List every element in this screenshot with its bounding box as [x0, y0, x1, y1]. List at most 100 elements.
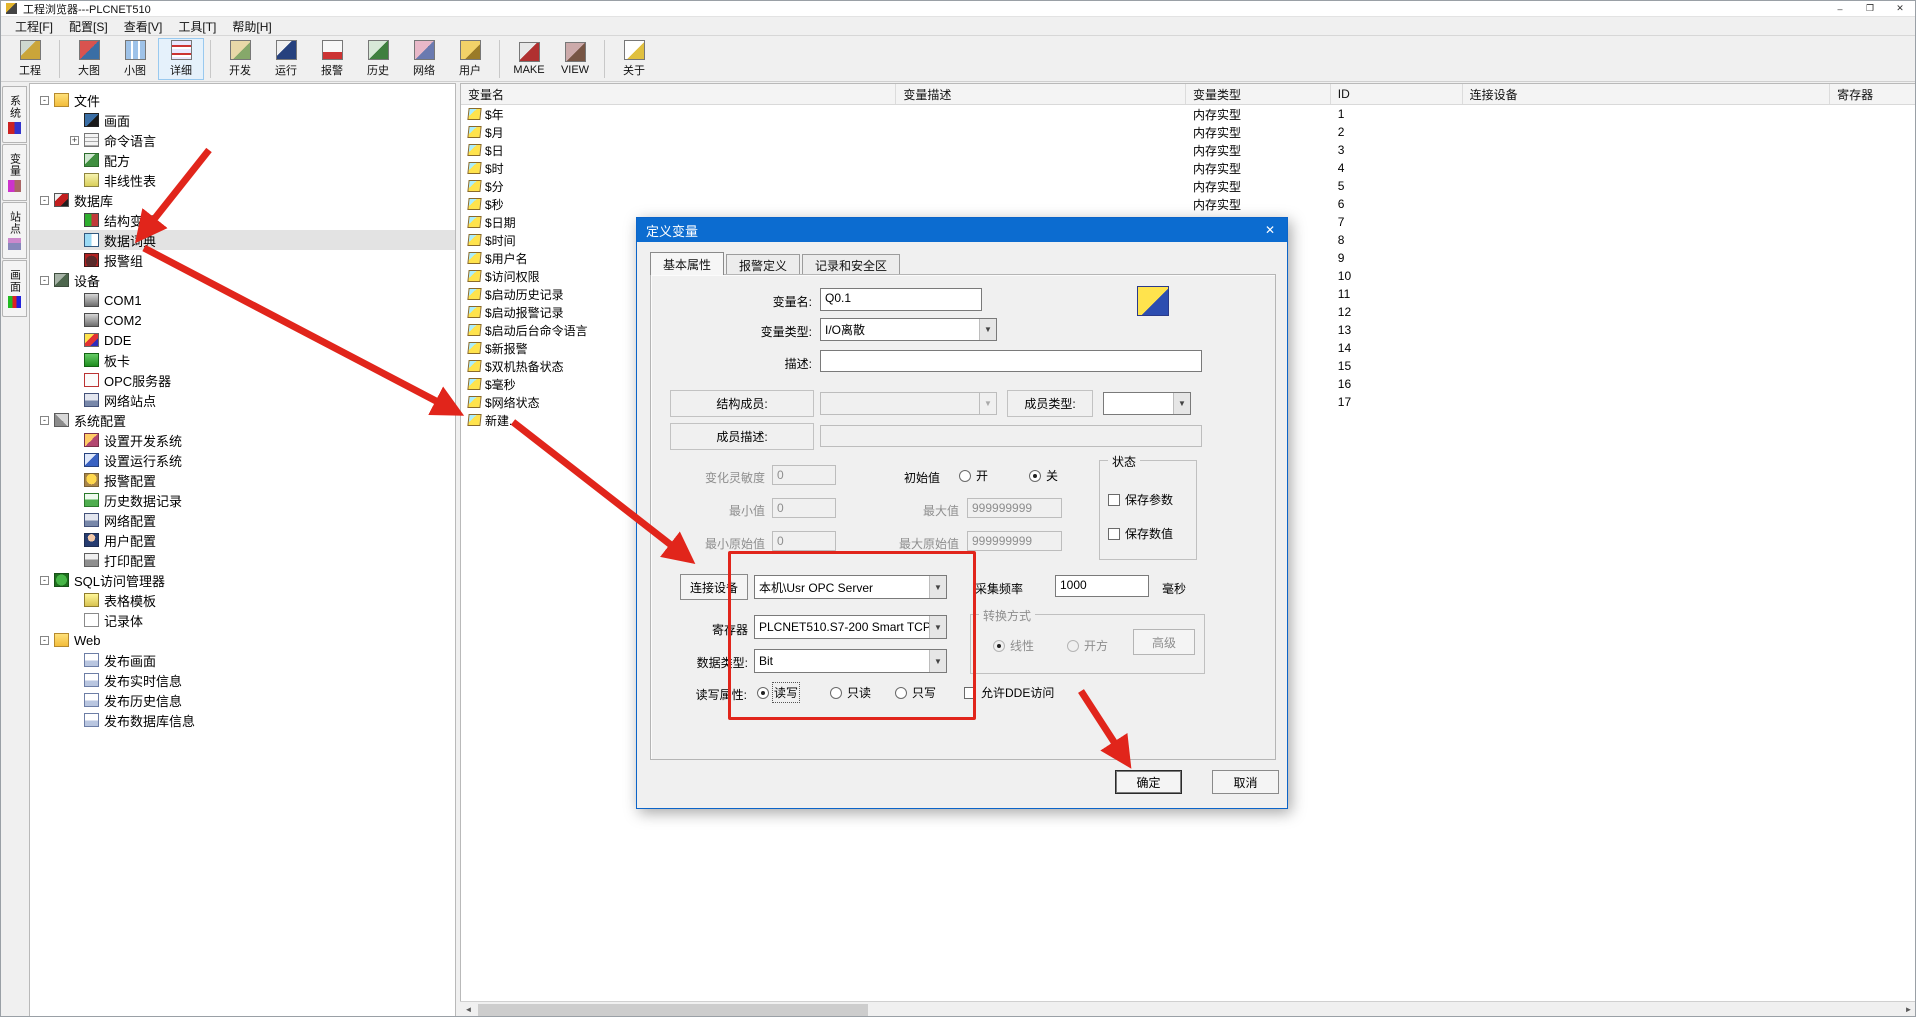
side-tab-站点[interactable]: 站点 — [2, 202, 27, 259]
column-header-变量描述[interactable]: 变量描述 — [896, 84, 1186, 104]
toolbar-button-网络[interactable]: 网络 — [401, 38, 447, 80]
connect-device-select[interactable]: 本机\Usr OPC Server▼ — [754, 575, 947, 599]
variable-row[interactable]: $秒内存实型6 — [461, 195, 1916, 213]
toolbar-button-详细[interactable]: 详细 — [158, 38, 204, 80]
tree-item-DDE[interactable]: DDE — [30, 330, 455, 350]
datatype-select[interactable]: Bit▼ — [754, 649, 947, 673]
menu-item[interactable]: 查看[V] — [116, 17, 171, 36]
rw-radio-只读[interactable]: 只读 — [830, 684, 871, 701]
column-header-寄存器[interactable]: 寄存器 — [1830, 84, 1916, 104]
toolbar-button-小图[interactable]: 小图 — [112, 38, 158, 80]
scroll-right-icon[interactable]: ► — [1900, 1002, 1916, 1017]
tree-item-发布画面[interactable]: 发布画面 — [30, 650, 455, 670]
variable-row[interactable]: $年内存实型1 — [461, 105, 1916, 123]
variable-row[interactable]: $月内存实型2 — [461, 123, 1916, 141]
tree-item-记录体[interactable]: 记录体 — [30, 610, 455, 630]
ok-button[interactable]: 确定 — [1115, 770, 1182, 794]
register-select[interactable]: PLCNET510.S7-200 Smart TCP▼ — [754, 615, 947, 639]
dialog-tab-记录和安全区[interactable]: 记录和安全区 — [802, 254, 900, 275]
tree-item-历史数据记录[interactable]: 历史数据记录 — [30, 490, 455, 510]
tree-item-板卡[interactable]: 板卡 — [30, 350, 455, 370]
side-tab-变量[interactable]: 变量 — [2, 144, 27, 201]
toolbar-button-历史[interactable]: 历史 — [355, 38, 401, 80]
dialog-title-bar[interactable]: 定义变量 ✕ — [637, 218, 1287, 242]
tree-item-发布实时信息[interactable]: 发布实时信息 — [30, 670, 455, 690]
menu-item[interactable]: 工具[T] — [170, 17, 224, 36]
collapse-icon[interactable]: - — [40, 576, 49, 585]
tree-item-结构变量[interactable]: 结构变量 — [30, 210, 455, 230]
member-type-select[interactable]: ▼ — [1103, 392, 1191, 415]
maximize-button[interactable]: ❐ — [1855, 1, 1885, 16]
initial-off-radio[interactable]: 关 — [1029, 467, 1058, 484]
initial-on-radio[interactable]: 开 — [959, 467, 988, 484]
dialog-close-icon[interactable]: ✕ — [1253, 218, 1287, 242]
cancel-button[interactable]: 取消 — [1212, 770, 1279, 794]
tree-item-打印配置[interactable]: 打印配置 — [30, 550, 455, 570]
dialog-tab-报警定义[interactable]: 报警定义 — [726, 254, 800, 275]
chevron-down-icon[interactable]: ▼ — [979, 319, 996, 340]
minimize-button[interactable]: – — [1825, 1, 1855, 16]
tree-item-非线性表[interactable]: 非线性表 — [30, 170, 455, 190]
rw-radio-读写[interactable]: 读写 — [757, 684, 798, 701]
toolbar-button-用户[interactable]: 用户 — [447, 38, 493, 80]
collapse-icon[interactable]: - — [40, 416, 49, 425]
description-input[interactable] — [820, 350, 1202, 372]
collapse-icon[interactable]: - — [40, 636, 49, 645]
toolbar-button-大图[interactable]: 大图 — [66, 38, 112, 80]
tree-item-SQL访问管理器[interactable]: -SQL访问管理器 — [30, 570, 455, 590]
horizontal-scrollbar[interactable]: ◄ ► — [460, 1001, 1916, 1017]
tree-item-用户配置[interactable]: 用户配置 — [30, 530, 455, 550]
allow-dde-checkbox[interactable]: 允许DDE访问 — [964, 684, 1054, 701]
variable-row[interactable]: $时内存实型4 — [461, 159, 1916, 177]
tree-item-COM2[interactable]: COM2 — [30, 310, 455, 330]
tree-item-系统配置[interactable]: -系统配置 — [30, 410, 455, 430]
variable-type-select[interactable]: I/O离散▼ — [820, 318, 997, 341]
side-tab-系统[interactable]: 系统 — [2, 86, 27, 143]
toolbar-button-报警[interactable]: 报警 — [309, 38, 355, 80]
dialog-tab-基本属性[interactable]: 基本属性 — [650, 252, 724, 275]
tree-item-数据库[interactable]: -数据库 — [30, 190, 455, 210]
close-button[interactable]: ✕ — [1885, 1, 1915, 16]
tree-item-文件[interactable]: -文件 — [30, 90, 455, 110]
collapse-icon[interactable]: - — [40, 96, 49, 105]
tree-item-报警配置[interactable]: 报警配置 — [30, 470, 455, 490]
expand-icon[interactable]: + — [70, 136, 79, 145]
menu-item[interactable]: 配置[S] — [61, 17, 116, 36]
save-param-checkbox[interactable]: 保存参数 — [1108, 491, 1173, 508]
variable-row[interactable]: $日内存实型3 — [461, 141, 1916, 159]
tree-item-报警组[interactable]: 报警组 — [30, 250, 455, 270]
side-tab-画面[interactable]: 画面 — [2, 260, 27, 317]
tree-item-COM1[interactable]: COM1 — [30, 290, 455, 310]
tree-item-OPC服务器[interactable]: OPC服务器 — [30, 370, 455, 390]
toolbar-button-运行[interactable]: 运行 — [263, 38, 309, 80]
scroll-left-icon[interactable]: ◄ — [460, 1002, 477, 1017]
chevron-down-icon[interactable]: ▼ — [929, 616, 946, 638]
tree-item-画面[interactable]: 画面 — [30, 110, 455, 130]
tree-item-设置开发系统[interactable]: 设置开发系统 — [30, 430, 455, 450]
toolbar-button-开发[interactable]: 开发 — [217, 38, 263, 80]
tree-item-设置运行系统[interactable]: 设置运行系统 — [30, 450, 455, 470]
collect-freq-input[interactable]: 1000 — [1055, 575, 1149, 597]
collapse-icon[interactable]: - — [40, 276, 49, 285]
tree-item-发布数据库信息[interactable]: 发布数据库信息 — [30, 710, 455, 730]
column-header-变量类型[interactable]: 变量类型 — [1186, 84, 1331, 104]
tree-item-数据词典[interactable]: 数据词典 — [30, 230, 455, 250]
chevron-down-icon[interactable]: ▼ — [1173, 393, 1190, 414]
variable-row[interactable]: $分内存实型5 — [461, 177, 1916, 195]
tree-item-命令语言[interactable]: +命令语言 — [30, 130, 455, 150]
chevron-down-icon[interactable]: ▼ — [929, 650, 946, 672]
column-header-变量名[interactable]: 变量名 — [461, 84, 896, 104]
toolbar-button-工程[interactable]: 工程 — [7, 38, 53, 80]
connect-device-button[interactable]: 连接设备 — [680, 574, 748, 600]
scrollbar-thumb[interactable] — [478, 1004, 868, 1016]
tree-item-设备[interactable]: -设备 — [30, 270, 455, 290]
toolbar-button-MAKE[interactable]: MAKE — [506, 38, 552, 80]
collapse-icon[interactable]: - — [40, 196, 49, 205]
rw-radio-只写[interactable]: 只写 — [895, 684, 936, 701]
tree-item-网络站点[interactable]: 网络站点 — [30, 390, 455, 410]
tree-item-表格模板[interactable]: 表格模板 — [30, 590, 455, 610]
column-header-连接设备[interactable]: 连接设备 — [1463, 84, 1830, 104]
variable-name-input[interactable]: Q0.1 — [820, 288, 982, 311]
menu-item[interactable]: 工程[F] — [7, 17, 61, 36]
chevron-down-icon[interactable]: ▼ — [929, 576, 946, 598]
